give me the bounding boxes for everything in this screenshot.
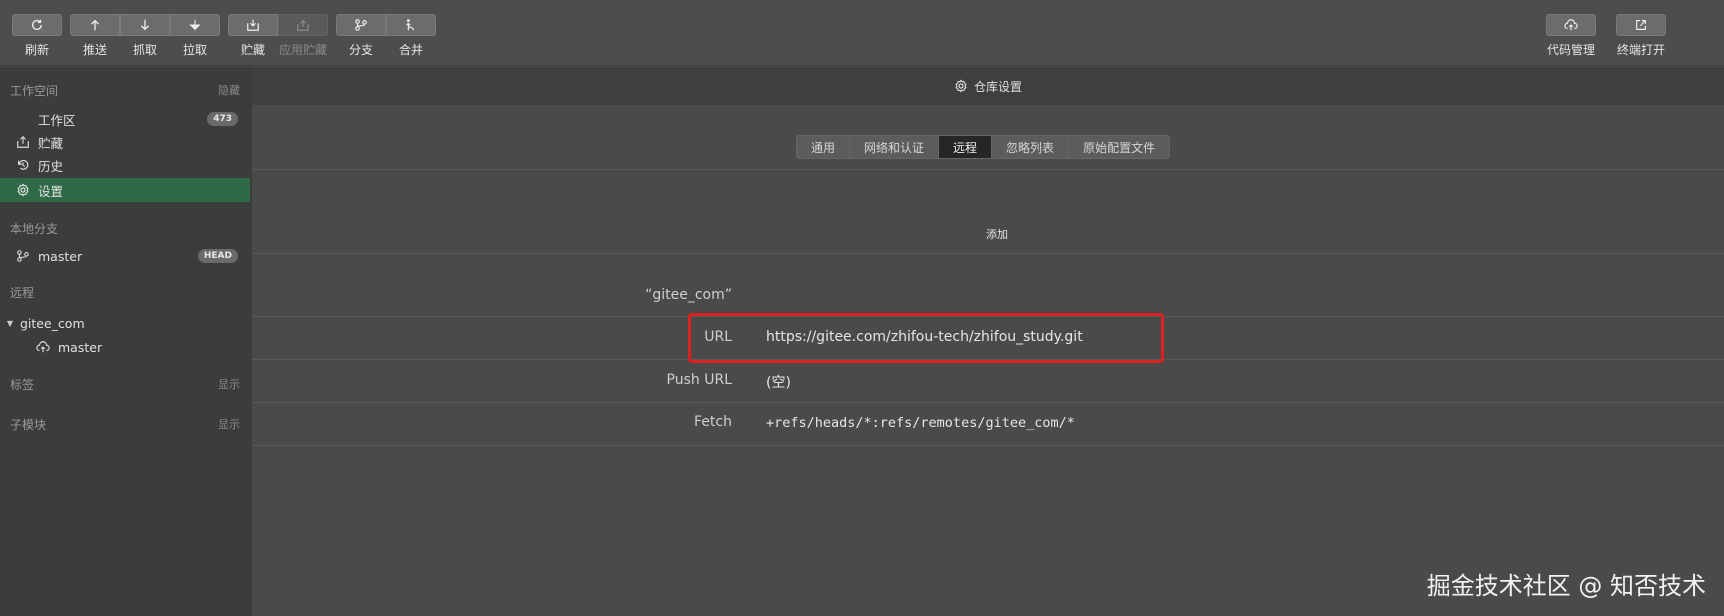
sidebar-item-settings[interactable]: 设置 xyxy=(0,178,250,202)
gear-icon xyxy=(955,79,967,93)
merge-label: 合并 xyxy=(398,43,423,57)
toolbar: 刷新 推送 抓取 拉取 贮藏 应用贮藏 分支 合并 代码管理 终端打开 xyxy=(0,0,1724,66)
sidebar-item-label: master xyxy=(58,339,103,355)
sidebar-item-label: master xyxy=(38,248,83,264)
code-manage-label: 代码管理 xyxy=(1546,43,1595,57)
add-remote-button[interactable]: 添加 xyxy=(972,225,1022,245)
url-label: URL xyxy=(704,329,732,345)
history-icon xyxy=(16,158,30,172)
terminal-open-button[interactable]: 终端打开 xyxy=(1616,14,1666,58)
external-link-icon xyxy=(1636,20,1646,30)
tags-show-toggle[interactable]: 显示 xyxy=(218,376,240,392)
sidebar-item-label: 设置 xyxy=(38,183,64,199)
sidebar: 工作空间 隐藏 工作区 473 贮藏 历史 设置 本地分支 master HEA xyxy=(0,67,252,616)
fetch-refspec-value[interactable]: +refs/heads/*:refs/remotes/gitee_com/* xyxy=(766,415,1075,431)
page-title-text: 仓库设置 xyxy=(973,79,1022,94)
app-window: 刷新 推送 抓取 拉取 贮藏 应用贮藏 分支 合并 代码管理 终端打开 工作空间… xyxy=(0,0,1724,616)
sidebar-item-stash[interactable]: 贮藏 xyxy=(0,130,250,154)
tab-raw-config[interactable]: 原始配置文件 xyxy=(1069,136,1169,158)
local-branch-section-title: 本地分支 xyxy=(10,222,59,236)
sidebar-item-label: 贮藏 xyxy=(38,135,64,151)
sidebar-item-history[interactable]: 历史 xyxy=(0,153,250,177)
tab-general[interactable]: 通用 xyxy=(797,136,851,158)
terminal-open-label: 终端打开 xyxy=(1616,43,1665,57)
head-badge: HEAD xyxy=(197,249,238,263)
fetch-label: Fetch xyxy=(694,414,732,430)
refresh-button[interactable]: 刷新 xyxy=(12,14,62,58)
page-title: 仓库设置 xyxy=(252,67,1724,105)
cloud-upload-icon xyxy=(1564,19,1578,31)
pull-icon xyxy=(189,19,201,31)
submodules-section-title: 子模块 xyxy=(10,418,47,432)
fetch-icon xyxy=(141,19,149,31)
settings-tabs: 通用 网络和认证 远程 忽略列表 原始配置文件 xyxy=(796,135,1171,159)
push-url-label: Push URL xyxy=(666,372,732,388)
sidebar-item-branch-master[interactable]: master HEAD xyxy=(0,244,250,268)
sidebar-item-label: 工作区 xyxy=(38,112,76,128)
sidebar-item-remote-gitee[interactable]: ▼ gitee_com xyxy=(0,311,250,335)
watermark: 掘金技术社区 @ 知否技术 xyxy=(1426,572,1706,600)
divider xyxy=(252,402,1724,403)
code-manage-button[interactable]: 代码管理 xyxy=(1546,14,1596,58)
sidebar-item-label: gitee_com xyxy=(20,315,85,331)
workarea-count-badge: 473 xyxy=(207,112,238,126)
sidebar-item-remote-branch-master[interactable]: master xyxy=(0,335,250,359)
divider xyxy=(252,445,1724,446)
expand-caret-icon[interactable]: ▼ xyxy=(0,319,20,328)
merge-button[interactable]: 合并 xyxy=(386,14,436,58)
gear-icon xyxy=(16,183,30,197)
merge-icon xyxy=(406,19,415,31)
apply-stash-icon xyxy=(297,19,309,31)
push-icon xyxy=(91,19,99,31)
stash-icon xyxy=(247,19,259,31)
url-highlight-box xyxy=(688,313,1164,363)
workspace-section-title: 工作空间 xyxy=(10,84,59,98)
remote-name-heading: “gitee_com” xyxy=(645,287,732,303)
apply-stash-button[interactable]: 应用贮藏 xyxy=(278,14,328,58)
cloud-icon xyxy=(36,340,50,354)
tab-ignore-list[interactable]: 忽略列表 xyxy=(992,136,1070,158)
workspace-hide-toggle[interactable]: 隐藏 xyxy=(218,82,240,98)
stash-icon xyxy=(16,135,30,149)
divider xyxy=(252,169,1724,170)
refresh-icon xyxy=(31,19,43,30)
divider xyxy=(252,253,1724,254)
remote-section-title: 远程 xyxy=(10,286,35,300)
branch-icon xyxy=(355,19,367,31)
tab-network-auth[interactable]: 网络和认证 xyxy=(850,136,940,158)
branch-icon xyxy=(16,249,30,263)
sidebar-item-label: 历史 xyxy=(38,158,64,174)
tab-remote[interactable]: 远程 xyxy=(939,136,993,158)
sidebar-item-workarea[interactable]: 工作区 473 xyxy=(0,107,250,131)
tags-section-title: 标签 xyxy=(10,378,35,392)
submodules-show-toggle[interactable]: 显示 xyxy=(218,416,240,432)
push-url-value[interactable]: (空) xyxy=(766,372,791,392)
pull-button[interactable]: 拉取 xyxy=(170,14,220,58)
